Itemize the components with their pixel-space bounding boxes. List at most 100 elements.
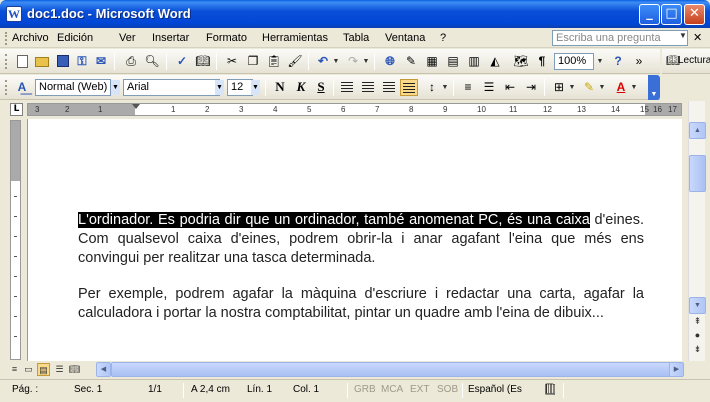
menu-tabla[interactable]: Tabla bbox=[343, 32, 369, 44]
cut-icon[interactable]: ✂ bbox=[223, 53, 241, 70]
scroll-up-icon[interactable]: ▲ bbox=[689, 122, 706, 139]
zoom-dropdown-icon[interactable]: ▼ bbox=[596, 53, 604, 70]
toolbar-grip[interactable] bbox=[5, 54, 8, 69]
style-dropdown-icon[interactable]: ▼ bbox=[111, 80, 120, 95]
scroll-down-icon[interactable]: ▼ bbox=[689, 297, 706, 314]
font-select[interactable]: Arial bbox=[123, 79, 220, 96]
italic-button[interactable]: K bbox=[292, 79, 310, 96]
font-color-dropdown-icon[interactable]: ▼ bbox=[630, 79, 638, 96]
vertical-scrollbar[interactable]: ▲ ▼ ⇞ ● ⇟ bbox=[688, 101, 706, 361]
justify-icon[interactable] bbox=[400, 79, 418, 96]
redo-dropdown-icon[interactable]: ▼ bbox=[362, 53, 370, 70]
line-spacing-dropdown-icon[interactable]: ▼ bbox=[441, 79, 449, 96]
vertical-scroll-thumb[interactable] bbox=[689, 155, 706, 192]
insert-table-icon[interactable]: ▦ bbox=[423, 53, 441, 70]
line-spacing-icon[interactable]: ↕ bbox=[423, 79, 441, 96]
toolbar-options-icon[interactable]: » bbox=[630, 53, 648, 70]
open-icon[interactable] bbox=[33, 53, 51, 70]
paste-icon[interactable]: 📋︎ bbox=[265, 53, 283, 70]
spelling-status-icon[interactable]: 📕︎ bbox=[540, 383, 560, 397]
print-icon[interactable]: ⎙ bbox=[122, 53, 140, 70]
bold-button[interactable]: N bbox=[271, 79, 289, 96]
align-right-icon[interactable] bbox=[380, 79, 398, 96]
next-page-icon[interactable]: ⇟ bbox=[689, 344, 706, 355]
document-map-icon[interactable]: 🗺︎ bbox=[512, 53, 530, 70]
undo-icon[interactable]: ↶ bbox=[314, 53, 332, 70]
menu-archivo[interactable]: Archivo bbox=[12, 32, 49, 44]
show-formatting-icon[interactable]: ¶ bbox=[533, 53, 551, 70]
menu-insertar[interactable]: Insertar bbox=[152, 32, 189, 44]
underline-button[interactable]: S bbox=[312, 79, 330, 96]
selected-text[interactable]: L'ordinador. Es podria dir que un ordina… bbox=[78, 212, 590, 228]
scroll-left-icon[interactable]: ◀ bbox=[96, 362, 111, 377]
borders-dropdown-icon[interactable]: ▼ bbox=[568, 79, 576, 96]
increase-indent-icon[interactable]: ⇥ bbox=[522, 79, 540, 96]
highlight-icon[interactable]: ✎ bbox=[580, 79, 598, 96]
menu-edicion[interactable]: Edición bbox=[57, 32, 93, 44]
status-record-macro[interactable]: GRB bbox=[354, 384, 376, 395]
tab-selector[interactable]: L bbox=[10, 103, 23, 116]
align-center-icon[interactable] bbox=[359, 79, 377, 96]
menu-formato[interactable]: Formato bbox=[206, 32, 247, 44]
highlight-dropdown-icon[interactable]: ▼ bbox=[598, 79, 606, 96]
menu-ventana[interactable]: Ventana bbox=[385, 32, 425, 44]
status-language[interactable]: Español (Es bbox=[468, 384, 522, 395]
menu-herramientas[interactable]: Herramientas bbox=[262, 32, 328, 44]
read-mode-button[interactable]: 📖︎ Lectura bbox=[662, 49, 710, 74]
menu-ver[interactable]: Ver bbox=[119, 32, 136, 44]
tables-borders-icon[interactable]: ✎ bbox=[402, 53, 420, 70]
horizontal-scroll-thumb[interactable] bbox=[111, 362, 671, 377]
help-dropdown-icon[interactable]: ▼ bbox=[679, 29, 687, 43]
styles-formatting-icon[interactable]: A͟ bbox=[13, 79, 31, 96]
vertical-ruler[interactable] bbox=[10, 120, 21, 360]
align-left-icon[interactable] bbox=[338, 79, 356, 96]
research-icon[interactable]: 📖︎ bbox=[194, 53, 212, 70]
hyperlink-icon[interactable]: 🌐︎ bbox=[381, 53, 399, 70]
browse-object-icon[interactable]: ● bbox=[689, 330, 706, 340]
horizontal-scrollbar[interactable]: ◀ ▶ bbox=[96, 362, 684, 377]
toolbar-options-icon[interactable]: ▼ bbox=[648, 75, 660, 100]
word-app-icon[interactable]: W bbox=[6, 6, 22, 22]
format-painter-icon[interactable]: 🖌︎ bbox=[286, 53, 304, 70]
redo-icon[interactable]: ↷ bbox=[344, 53, 362, 70]
horizontal-ruler[interactable]: 3 2 1 1 2 3 4 5 6 7 8 9 10 11 12 13 14 1… bbox=[27, 103, 682, 116]
web-view-icon[interactable]: ▭ bbox=[22, 363, 35, 376]
font-dropdown-icon[interactable]: ▼ bbox=[215, 80, 224, 95]
close-document-icon[interactable]: ✕ bbox=[693, 31, 702, 44]
reading-view-icon[interactable]: 📖︎ bbox=[68, 363, 81, 376]
columns-icon[interactable]: ▥ bbox=[465, 53, 483, 70]
status-extend[interactable]: EXT bbox=[410, 384, 429, 395]
permission-icon[interactable]: ⚿ bbox=[73, 53, 91, 70]
toolbar-grip[interactable] bbox=[5, 80, 8, 95]
undo-dropdown-icon[interactable]: ▼ bbox=[332, 53, 340, 70]
paragraph-2[interactable]: Per exemple, podrem agafar la màquina d'… bbox=[78, 285, 644, 323]
maximize-button[interactable]: □ bbox=[661, 4, 682, 25]
font-size-select[interactable]: 12 bbox=[227, 79, 253, 96]
numbering-icon[interactable]: ≡ bbox=[459, 79, 477, 96]
print-layout-view-icon[interactable]: ▤ bbox=[37, 363, 50, 376]
status-overtype[interactable]: SOB bbox=[437, 384, 458, 395]
save-icon[interactable] bbox=[54, 53, 72, 70]
scroll-right-icon[interactable]: ▶ bbox=[669, 362, 684, 377]
copy-icon[interactable]: ❐ bbox=[244, 53, 262, 70]
document-page[interactable]: L'ordinador. Es podria dir que un ordina… bbox=[27, 119, 682, 361]
borders-icon[interactable]: ⊞ bbox=[550, 79, 568, 96]
first-line-indent-marker[interactable] bbox=[132, 104, 140, 109]
minimize-button[interactable]: _ bbox=[639, 4, 660, 25]
font-color-icon[interactable]: A bbox=[612, 79, 630, 96]
decrease-indent-icon[interactable]: ⇤ bbox=[501, 79, 519, 96]
insert-excel-icon[interactable]: ▤ bbox=[444, 53, 462, 70]
outline-view-icon[interactable]: ☰ bbox=[53, 363, 66, 376]
close-button[interactable]: ✕ bbox=[684, 4, 705, 25]
document-body[interactable]: L'ordinador. Es podria dir que un ordina… bbox=[78, 211, 644, 340]
menu-grip[interactable] bbox=[5, 32, 8, 45]
help-search-input[interactable]: Escriba una pregunta bbox=[552, 30, 688, 46]
menu-help[interactable]: ? bbox=[440, 32, 446, 44]
size-dropdown-icon[interactable]: ▼ bbox=[251, 80, 260, 95]
paragraph-1[interactable]: L'ordinador. Es podria dir que un ordina… bbox=[78, 211, 644, 268]
print-preview-icon[interactable]: 🔍︎ bbox=[143, 53, 161, 70]
help-icon[interactable]: ? bbox=[609, 53, 627, 70]
spelling-icon[interactable]: ✓ bbox=[173, 53, 191, 70]
zoom-select[interactable]: 100% bbox=[554, 53, 594, 70]
normal-view-icon[interactable]: ≡ bbox=[8, 363, 21, 376]
